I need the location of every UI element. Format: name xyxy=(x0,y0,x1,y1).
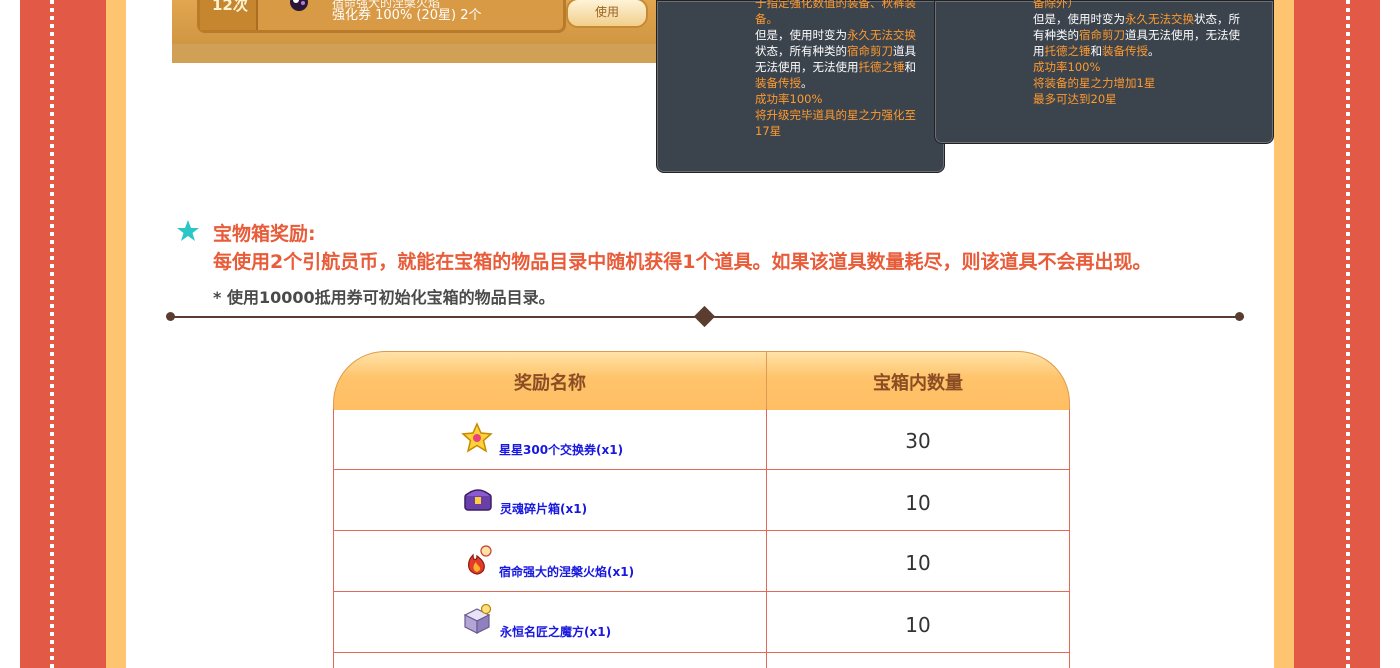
tooltip-line: 用托德之锤和装备传授。 xyxy=(1033,44,1160,58)
table-row: 宿命强大的涅槃火焰(x1) 10 xyxy=(334,531,1069,592)
tooltip-line: 无法使用，无法使用托德之锤和 xyxy=(755,60,916,74)
tooltip-line: 有种类的宿命剪刀道具无法使用，无法使 xyxy=(1033,28,1240,42)
tooltip-left-body: 于指定强化数值的装备、秋裤装 备。 但是，使用时变为永久无法交换 状态，所有种类… xyxy=(755,0,927,139)
tooltip-line: 但是，使用时变为永久无法交换 xyxy=(755,28,916,42)
coupon-count-box: 12次 xyxy=(200,0,258,30)
tooltip-right-body: 备除外） 但是，使用时变为永久无法交换状态，所 有种类的宿命剪刀道具无法使用，无… xyxy=(1033,0,1257,107)
tooltip-line: 17星 xyxy=(755,124,782,138)
item-quantity: 30 xyxy=(905,429,931,453)
item-label[interactable]: 星星300个交换券(x1) xyxy=(499,441,623,458)
header-reward-name: 奖励名称 xyxy=(514,373,586,394)
flame-icon xyxy=(468,545,492,575)
item-label[interactable]: 宿命强大的涅槃火焰(x1) xyxy=(499,563,634,580)
table-row: 星星300个交换券(x1) 30 xyxy=(334,409,1069,470)
coupon-text: 强化券 100% (20星) 2个 xyxy=(332,8,482,23)
tooltip-line: 将装备的星之力增加1星 xyxy=(1033,76,1156,90)
item-label[interactable]: 永恒名匠之魔方(x1) xyxy=(500,623,611,640)
flame-coupon-icon xyxy=(290,0,308,11)
header-quantity: 宝箱内数量 xyxy=(873,373,963,394)
divider-dot-left xyxy=(166,312,175,321)
table-row: 灵魂碎片箱(x1) 10 xyxy=(334,470,1069,531)
item-tooltip-left: 于指定强化数值的装备、秋裤装 备。 但是，使用时变为永久无法交换 状态，所有种类… xyxy=(656,0,945,173)
table-row xyxy=(334,653,1069,668)
tooltip-line: 备。 xyxy=(755,12,778,26)
cube-icon xyxy=(463,603,492,634)
tooltip-line: 最多可达到20星 xyxy=(1033,92,1117,106)
coupon-count: 12次 xyxy=(212,0,248,14)
tooltip-success-rate: 成功率100% xyxy=(755,92,823,106)
tooltip-line: 备除外） xyxy=(1033,0,1079,10)
item-quantity: 10 xyxy=(905,551,931,575)
table-header: 奖励名称 宝箱内数量 xyxy=(333,351,1070,410)
reward-table: 奖励名称 宝箱内数量 星星300个交换券(x1) 30 灵魂碎片箱(x1) 10 xyxy=(333,351,1070,668)
tooltip-line: 但是，使用时变为永久无法交换状态，所 xyxy=(1033,12,1240,26)
table-body: 星星300个交换券(x1) 30 灵魂碎片箱(x1) 10 宿命强大的涅槃火焰(… xyxy=(333,409,1070,668)
divider-dot-right xyxy=(1235,312,1244,321)
coupon-card-bottom xyxy=(172,44,692,63)
row-separator xyxy=(766,653,767,668)
tooltip-line: 于指定强化数值的装备、秋裤装 xyxy=(755,0,916,10)
star-coupon-icon xyxy=(461,422,493,453)
treasure-description: 每使用2个引航员币，就能在宝箱的物品目录中随机获得1个道具。如果该道具数量耗尽，… xyxy=(213,251,1152,273)
item-tooltip-right: 备除外） 但是，使用时变为永久无法交换状态，所 有种类的宿命剪刀道具无法使用，无… xyxy=(934,0,1274,144)
treasure-title: 宝物箱奖励: xyxy=(213,223,316,245)
treasure-chest-icon xyxy=(464,489,492,511)
star-icon xyxy=(177,220,199,241)
coupon-card: 12次 宿命强大的涅槃火焰 强化券 100% (20星) 2个 使用 xyxy=(172,0,692,63)
item-quantity: 10 xyxy=(905,491,931,515)
item-label[interactable]: 灵魂碎片箱(x1) xyxy=(500,500,587,517)
use-button[interactable]: 使用 xyxy=(566,0,648,28)
treasure-note: * 使用10000抵用券可初始化宝箱的物品目录。 xyxy=(213,288,555,307)
coupon-inner: 12次 宿命强大的涅槃火焰 强化券 100% (20星) 2个 xyxy=(197,0,566,33)
tooltip-success-rate: 成功率100% xyxy=(1033,60,1101,74)
item-quantity: 10 xyxy=(905,613,931,637)
tooltip-line: 状态，所有种类的宿命剪刀道具 xyxy=(755,44,916,58)
tooltip-line: 将升级完毕道具的星之力强化至 xyxy=(755,108,916,122)
tooltip-line: 装备传授。 xyxy=(755,76,813,90)
table-row: 永恒名匠之魔方(x1) 10 xyxy=(334,592,1069,653)
